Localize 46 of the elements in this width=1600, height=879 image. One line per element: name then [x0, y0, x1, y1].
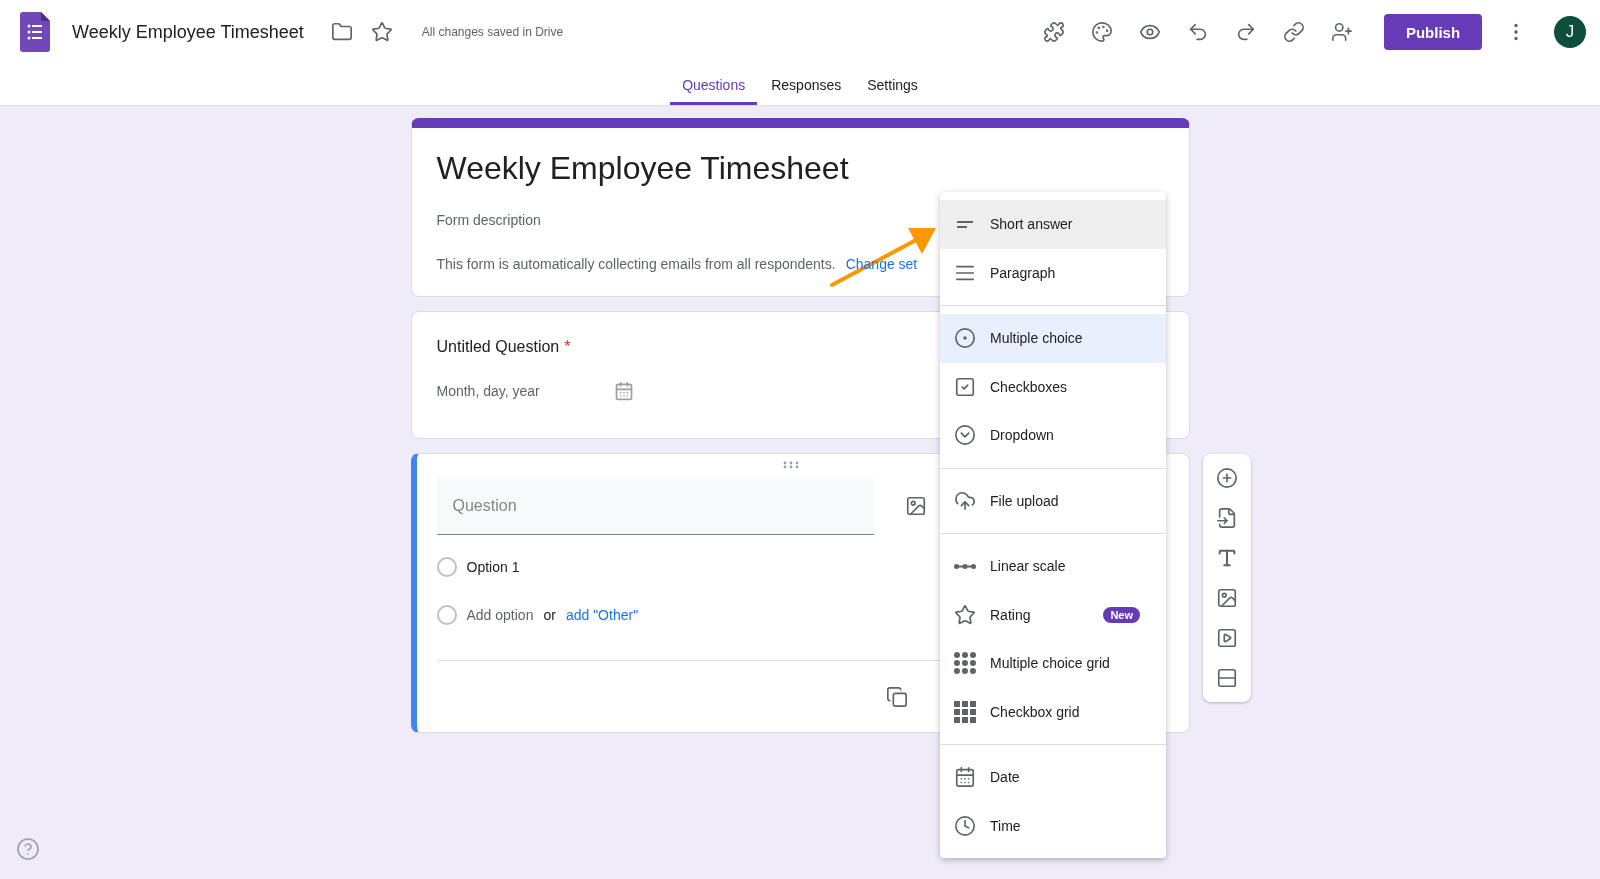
star-icon [954, 603, 976, 626]
document-title[interactable]: Weekly Employee Timesheet [72, 21, 304, 43]
menu-item[interactable]: Rating New [940, 590, 1166, 639]
linear-scale-icon [954, 563, 976, 569]
radio-button[interactable] [436, 605, 457, 625]
radio-icon [954, 327, 976, 350]
email-notice: This form is automatically collecting emails from all respondents. [436, 256, 836, 272]
question-title: Untitled Question [436, 338, 560, 356]
calendar-icon [613, 381, 634, 401]
menu-item[interactable]: Checkboxes [940, 362, 1166, 411]
form-title[interactable]: Weekly Employee Timesheet [436, 148, 1164, 188]
tab[interactable]: Responses [759, 64, 854, 105]
menu-item[interactable]: Multiple choice [940, 314, 1166, 363]
avatar[interactable]: J [1554, 16, 1586, 48]
menu-item[interactable]: Checkbox grid [940, 687, 1166, 736]
drag-handle-icon[interactable] [782, 461, 799, 469]
tab[interactable]: Settings [855, 64, 930, 105]
forms-logo-icon[interactable] [20, 12, 50, 52]
radio-button[interactable] [436, 557, 457, 577]
publish-button[interactable]: Publish [1384, 14, 1482, 50]
clock-icon [954, 814, 976, 837]
add-other-link[interactable]: add "Other" [565, 607, 639, 623]
required-mark: * [564, 338, 571, 356]
option-label: Option 1 [466, 559, 520, 575]
menu-item[interactable]: Date [940, 753, 1166, 802]
checkbox-icon [954, 375, 976, 398]
dot-grid-icon [954, 652, 976, 675]
menu-item[interactable]: File upload [940, 476, 1166, 525]
menu-item[interactable]: Paragraph [940, 248, 1166, 297]
date-input-field[interactable]: Month, day, year [436, 383, 540, 399]
square-grid-icon [954, 700, 976, 723]
or-text: or [543, 607, 556, 623]
menu-item[interactable]: Linear scale [940, 542, 1166, 591]
menu-item[interactable]: Dropdown [940, 411, 1166, 460]
question-field[interactable]: Question [436, 477, 874, 535]
new-badge: New [1103, 606, 1140, 623]
menu-item[interactable]: Short answer [940, 200, 1166, 249]
dropdown-icon [954, 424, 976, 447]
menu-item[interactable]: Time [940, 801, 1166, 850]
save-status: All changes saved in Drive [421, 25, 564, 39]
tab[interactable]: Questions [670, 64, 758, 105]
short-lines-icon [957, 220, 973, 228]
calendar-icon [954, 766, 976, 789]
menu-item[interactable]: Multiple choice grid [940, 639, 1166, 688]
add-option-text[interactable]: Add option [466, 607, 534, 623]
cloud-upload-icon [954, 489, 976, 512]
